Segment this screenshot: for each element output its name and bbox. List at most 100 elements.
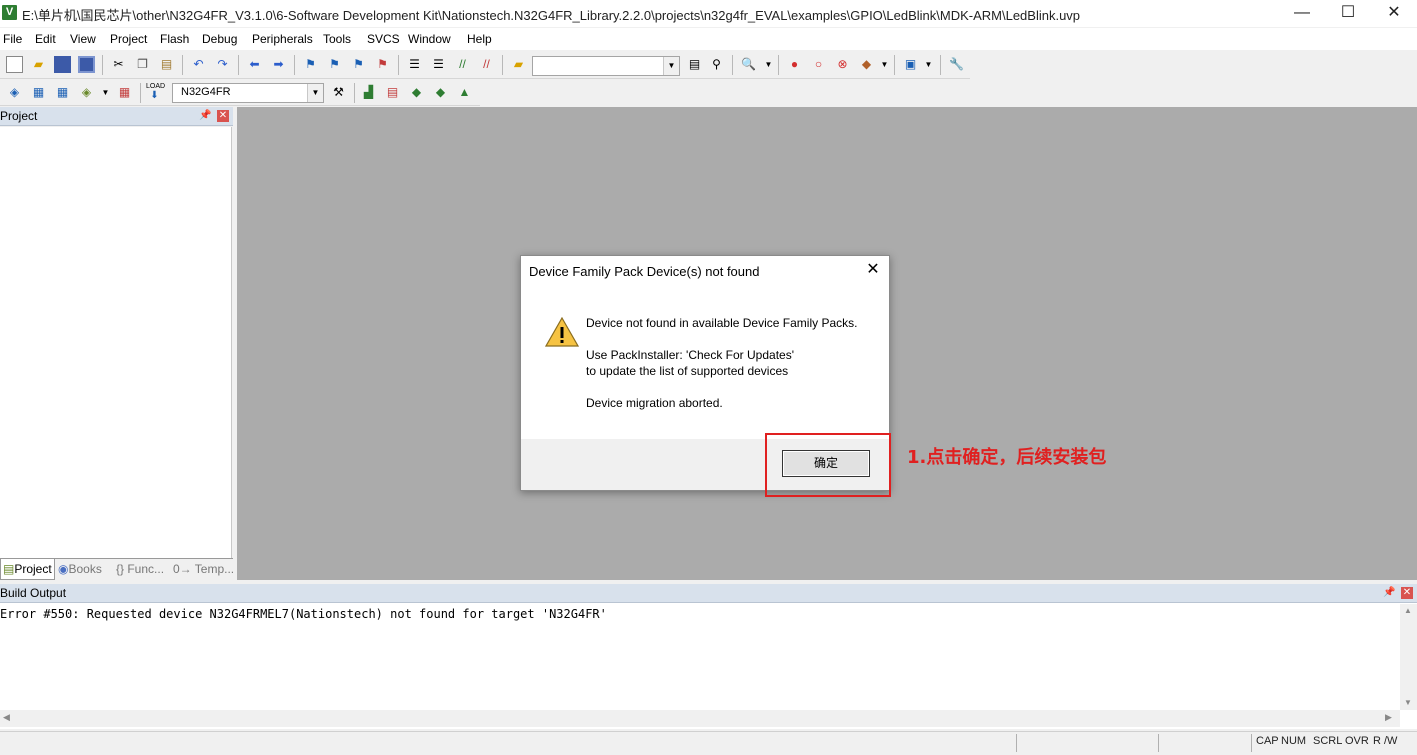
minimize-button[interactable]: — (1279, 0, 1325, 27)
chevron-down-icon[interactable]: ▼ (876, 56, 893, 73)
stop-build-icon[interactable]: ▦ (116, 84, 133, 101)
books-icon: ◉ (58, 562, 69, 576)
load-download-icon[interactable]: LOAD ⬇ (146, 82, 166, 101)
menu-window[interactable]: Window (408, 32, 451, 46)
status-divider (1251, 734, 1252, 752)
menu-view[interactable]: View (70, 32, 96, 46)
rebuild-icon[interactable]: ▦ (54, 84, 71, 101)
menu-bar: File Edit View Project Flash Debug Perip… (0, 28, 1417, 50)
pin-icon[interactable]: 📌 (1383, 587, 1395, 599)
undo-icon[interactable]: ↶ (190, 56, 207, 73)
batch-build-icon[interactable]: ◈ (78, 84, 95, 101)
toolbar-separator (238, 55, 239, 75)
menu-help[interactable]: Help (467, 32, 492, 46)
manage-rte-icon[interactable]: ◆ (408, 84, 425, 101)
target-options-icon[interactable]: ⚒ (330, 84, 347, 101)
indent-icon[interactable]: ☰ (406, 56, 423, 73)
dialog-message-line4: Device migration aborted. (586, 396, 723, 410)
file-extensions-icon[interactable]: ▤ (384, 84, 401, 101)
translate-icon[interactable]: ◈ (6, 84, 23, 101)
find-combobox[interactable]: ▼ (532, 56, 680, 76)
menu-edit[interactable]: Edit (35, 32, 56, 46)
build-output-title: Build Output (0, 586, 67, 600)
scroll-up-icon[interactable]: ▲ (1404, 606, 1412, 615)
toolbar-separator (502, 55, 503, 75)
close-icon[interactable]: ✕ (863, 260, 883, 280)
tab-functions[interactable]: {} Func... (116, 559, 170, 580)
redo-icon[interactable]: ↷ (214, 56, 231, 73)
tab-books[interactable]: ◉Books (58, 559, 112, 580)
save-all-icon[interactable] (78, 56, 95, 73)
breakpoint-kill-all-icon[interactable]: ◆ (858, 56, 875, 73)
bookmark-insert-icon[interactable]: ⚑ (302, 56, 319, 73)
breakpoint-insert-icon[interactable]: ● (786, 56, 803, 73)
open-folder-icon[interactable]: ▰ (30, 56, 47, 73)
toolbar-separator (398, 55, 399, 75)
unindent-icon[interactable]: ☰ (430, 56, 447, 73)
vertical-scrollbar[interactable]: ▲ ▼ (1400, 604, 1417, 710)
chevron-down-icon[interactable]: ▼ (760, 56, 777, 73)
menu-tools[interactable]: Tools (323, 32, 351, 46)
new-file-icon[interactable] (6, 56, 23, 73)
navigate-forward-icon[interactable]: ➡ (270, 56, 287, 73)
chevron-down-icon[interactable]: ▼ (920, 56, 937, 73)
window-layout-icon[interactable]: ▣ (902, 56, 919, 73)
select-packs-icon[interactable]: ◆ (432, 84, 449, 101)
bookmark-next-icon[interactable]: ⚑ (350, 56, 367, 73)
uncomment-icon[interactable]: // (478, 56, 495, 73)
chevron-down-icon[interactable]: ▼ (97, 84, 114, 101)
warning-icon (545, 317, 579, 347)
scroll-right-icon[interactable]: ▶ (1385, 712, 1392, 723)
wrench-icon[interactable]: 🔧 (948, 56, 965, 73)
build-icon[interactable]: ▦ (30, 84, 47, 101)
find-icon[interactable]: ▤ (686, 56, 703, 73)
save-icon[interactable] (54, 56, 71, 73)
toolbar-separator (732, 55, 733, 75)
breakpoint-enable-icon[interactable]: ○ (810, 56, 827, 73)
menu-debug[interactable]: Debug (202, 32, 237, 46)
menu-peripherals[interactable]: Peripherals (252, 32, 313, 46)
tab-project[interactable]: ▤Project (0, 559, 55, 580)
status-cap: CAP (1256, 735, 1279, 747)
manage-project-items-icon[interactable]: ▟ (360, 84, 377, 101)
cut-icon[interactable]: ✂ (110, 56, 127, 73)
close-icon[interactable]: ✕ (217, 110, 229, 122)
incremental-find-icon[interactable]: ⚲ (708, 56, 725, 73)
project-tree[interactable] (0, 127, 232, 558)
target-select[interactable]: N32G4FR ▼ (172, 83, 324, 103)
close-icon[interactable]: ✕ (1401, 587, 1413, 599)
scroll-down-icon[interactable]: ▼ (1404, 698, 1412, 707)
build-output-panel: Build Output 📌 ✕ Error #550: Requested d… (0, 584, 1417, 729)
bookmark-previous-icon[interactable]: ⚑ (326, 56, 343, 73)
find-in-files-icon[interactable]: ▰ (510, 56, 527, 73)
paste-icon[interactable]: ▤ (158, 56, 175, 73)
menu-svcs[interactable]: SVCS (367, 32, 400, 46)
copy-icon[interactable]: ❐ (134, 56, 151, 73)
build-output-text[interactable]: Error #550: Requested device N32G4FRMEL7… (0, 604, 1400, 710)
status-divider (1158, 734, 1159, 752)
pin-icon[interactable]: 📌 (199, 110, 211, 122)
tab-templates[interactable]: 0→ Temp... (173, 559, 234, 580)
chevron-down-icon[interactable]: ▼ (307, 84, 323, 102)
comment-icon[interactable]: // (454, 56, 471, 73)
menu-file[interactable]: File (3, 32, 22, 46)
breakpoint-disable-all-icon[interactable]: ⊗ (834, 56, 851, 73)
navigate-back-icon[interactable]: ⬅ (246, 56, 263, 73)
scroll-left-icon[interactable]: ◀ (3, 712, 10, 723)
annotation-text: 1.点击确定，后续安装包 (907, 447, 1107, 468)
build-toolbar: ◈ ▦ ▦ ◈ ▼ ▦ LOAD ⬇ N32G4FR ▼ ⚒ ▟ ▤ ◆ ◆ ▲ (0, 80, 480, 106)
toolbar-separator (294, 55, 295, 75)
target-select-value: N32G4FR (181, 86, 231, 98)
bookmark-clear-icon[interactable]: ⚑ (374, 56, 391, 73)
close-window-button[interactable]: ✕ (1371, 0, 1417, 27)
maximize-button[interactable]: ☐ (1325, 0, 1371, 27)
load-label: LOAD (146, 83, 166, 90)
menu-project[interactable]: Project (110, 32, 147, 46)
chevron-down-icon[interactable]: ▼ (663, 57, 679, 75)
debug-session-icon[interactable]: 🔍 (740, 56, 757, 73)
menu-flash[interactable]: Flash (160, 32, 189, 46)
horizontal-scrollbar[interactable]: ◀ ▶ (0, 710, 1400, 727)
project-tabs: ▤Project ◉Books {} Func... 0→ Temp... (0, 558, 234, 580)
project-panel: Project 📌 ✕ ▤Project ◉Books {} Func... 0… (0, 107, 236, 580)
pack-installer-icon[interactable]: ▲ (456, 84, 473, 101)
